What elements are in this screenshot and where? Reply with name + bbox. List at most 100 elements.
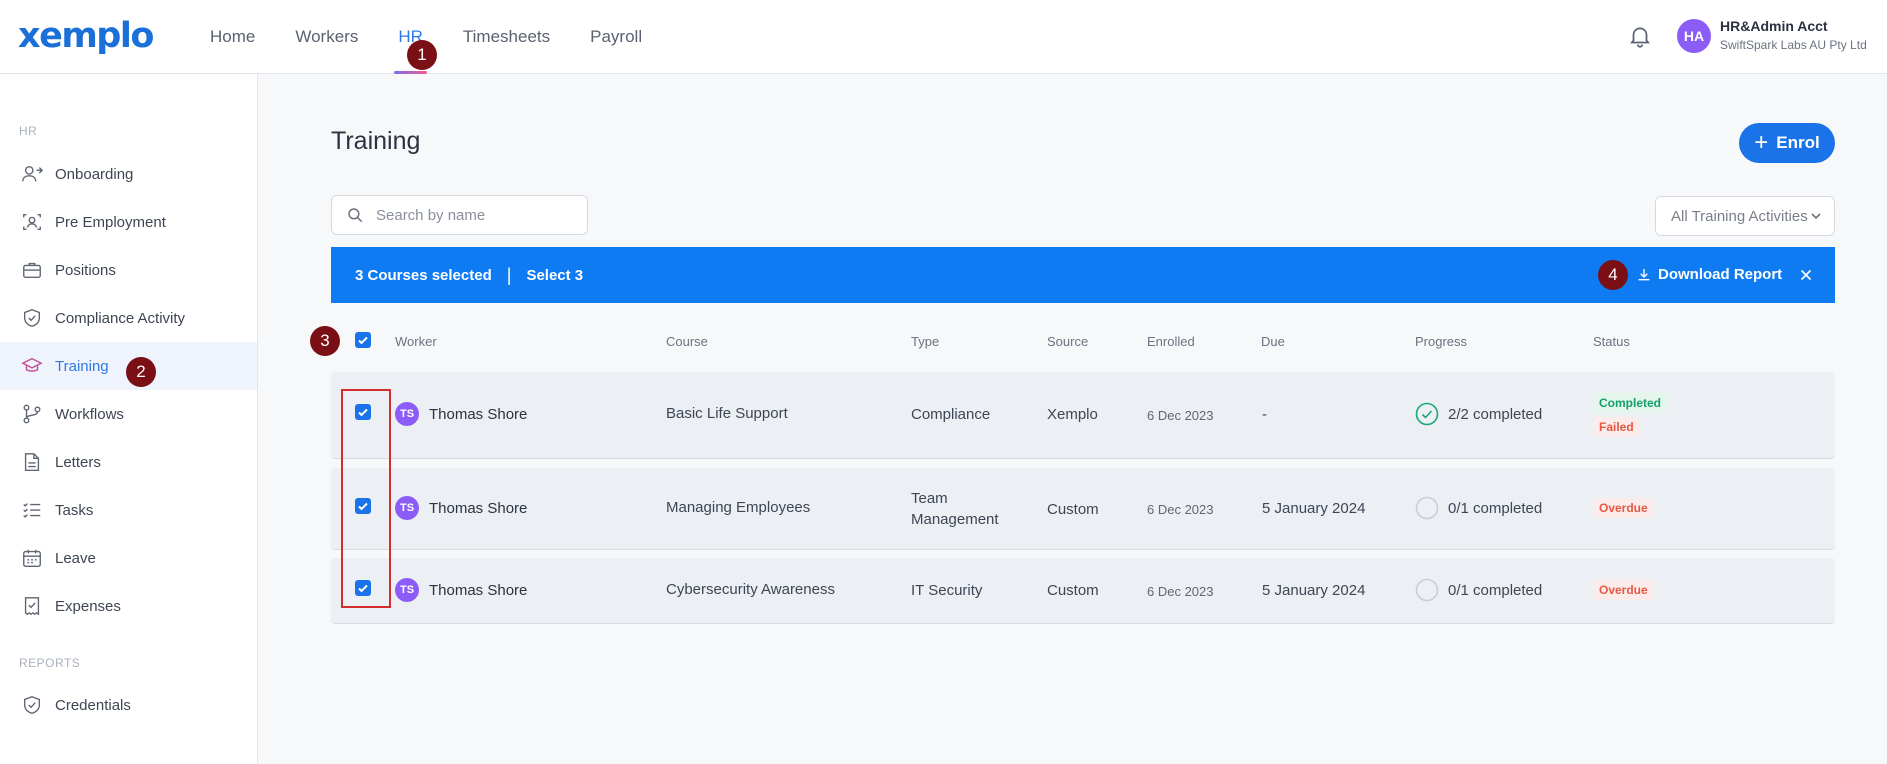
worker-name[interactable]: Thomas Shore [429,406,527,423]
training-activity-filter[interactable]: All Training Activities [1655,196,1835,236]
column-header-worker[interactable]: Worker [395,334,437,349]
plus-icon: + [1754,129,1769,156]
sidebar: HR Onboarding Pre Employment Positions C… [0,75,258,764]
sidebar-section-reports: REPORTS [19,656,81,670]
annotation-marker: 2 [126,357,156,387]
user-avatar[interactable]: HA [1677,19,1711,53]
nav-payroll[interactable]: Payroll [570,0,662,74]
page-title: Training [331,127,421,155]
checklist-icon [23,503,41,518]
account-organisation: SwiftSpark Labs AU Pty Ltd [1720,38,1867,52]
status-badge: Completed [1593,393,1668,413]
sidebar-item-label: Workflows [55,405,124,423]
nav-home[interactable]: Home [190,0,275,74]
course-name: Cybersecurity Awareness [666,581,835,598]
sidebar-item-label: Letters [55,453,101,471]
sidebar-item-workflows[interactable]: Workflows [0,390,257,438]
briefcase-icon [23,262,41,279]
user-arrow-icon [22,165,43,182]
enrol-label: Enrol [1776,133,1820,152]
workflow-icon [23,404,41,424]
select-count-link[interactable]: Select 3 [526,267,583,284]
sidebar-item-label: Leave [55,549,96,567]
sidebar-item-positions[interactable]: Positions [0,246,257,294]
course-source: Custom [1047,582,1099,599]
column-header-type[interactable]: Type [911,334,939,349]
due-date: - [1262,406,1267,423]
calendar-icon [23,549,41,567]
sidebar-item-compliance-activity[interactable]: Compliance Activity [0,294,257,342]
sidebar-item-label: Credentials [55,696,131,714]
progress-text: 0/1 completed [1448,582,1543,599]
column-header-due[interactable]: Due [1261,334,1285,349]
sidebar-item-pre-employment[interactable]: Pre Employment [0,198,257,246]
course-source: Custom [1047,501,1099,518]
column-header-course[interactable]: Course [666,334,708,349]
due-date: 5 January 2024 [1262,500,1366,517]
sidebar-item-onboarding[interactable]: Onboarding [0,150,257,198]
enrolled-date: 6 Dec 2023 [1147,584,1214,599]
empty-progress-circle-icon [1415,578,1439,602]
notification-bell-icon[interactable] [1627,22,1653,50]
column-header-progress[interactable]: Progress [1415,334,1467,349]
course-type: Team Management [911,490,999,528]
user-scan-icon [23,213,41,231]
course-name: Managing Employees [666,499,811,516]
account-name[interactable]: HR&Admin Acct [1720,18,1828,34]
column-header-enrolled[interactable]: Enrolled [1147,334,1195,349]
progress-text: 0/1 completed [1448,500,1543,517]
nav-workers[interactable]: Workers [275,0,378,74]
select-all-checkbox[interactable] [355,332,371,348]
enrolled-date: 6 Dec 2023 [1147,502,1214,517]
sidebar-item-tasks[interactable]: Tasks [0,486,257,534]
shield-check-icon [23,696,41,714]
sidebar-item-label: Pre Employment [55,213,166,231]
sidebar-item-label: Compliance Activity [55,309,186,327]
document-icon [24,453,40,471]
sidebar-item-label: Training [55,357,109,375]
worker-name[interactable]: Thomas Shore [429,500,527,517]
search-box[interactable] [331,195,588,235]
sidebar-item-label: Expenses [55,597,121,615]
selection-count: 3 Courses selected [355,266,492,284]
row-checkboxes-highlight [341,389,391,608]
graduation-cap-icon [21,357,43,372]
course-source: Xemplo [1047,406,1098,423]
filter-value: All Training Activities [1671,207,1808,225]
nav-timesheets[interactable]: Timesheets [443,0,570,74]
download-report-label: Download Report [1658,266,1783,283]
sidebar-item-label: Onboarding [55,165,134,183]
column-header-status[interactable]: Status [1593,334,1630,349]
chevron-down-icon [1811,213,1821,220]
sidebar-item-credentials[interactable]: Credentials [0,681,257,729]
download-icon [1638,268,1650,280]
shield-check-icon [23,309,41,327]
search-input[interactable] [376,206,576,224]
annotation-marker: 1 [407,40,437,70]
selection-divider: | [506,264,512,285]
enrol-button[interactable]: + Enrol [1739,123,1835,163]
xemplo-logo[interactable]: xemplo [18,16,154,56]
progress-text: 2/2 completed [1448,406,1543,423]
sidebar-item-expenses[interactable]: Expenses [0,582,257,630]
course-type: IT Security [911,582,983,599]
column-header-source[interactable]: Source [1047,334,1088,349]
due-date: 5 January 2024 [1262,582,1366,599]
sidebar-item-letters[interactable]: Letters [0,438,257,486]
close-icon[interactable] [1797,266,1815,284]
receipt-icon [24,597,40,616]
sidebar-item-label: Positions [55,261,116,279]
status-badge: Overdue [1593,498,1654,518]
course-name: Basic Life Support [666,405,788,422]
course-type: Compliance [911,406,991,423]
sidebar-section-hr: HR [19,124,38,138]
check-circle-icon [1415,402,1439,426]
enrolled-date: 6 Dec 2023 [1147,408,1214,423]
worker-avatar: TS [395,402,419,426]
worker-name[interactable]: Thomas Shore [429,582,527,599]
sidebar-item-leave[interactable]: Leave [0,534,257,582]
status-badge: Overdue [1593,580,1654,600]
sidebar-item-label: Tasks [55,501,94,519]
download-report-button[interactable]: Download Report [1636,266,1782,283]
top-navigation-bar: xemplo Home Workers HR Timesheets Payrol… [0,0,1887,74]
